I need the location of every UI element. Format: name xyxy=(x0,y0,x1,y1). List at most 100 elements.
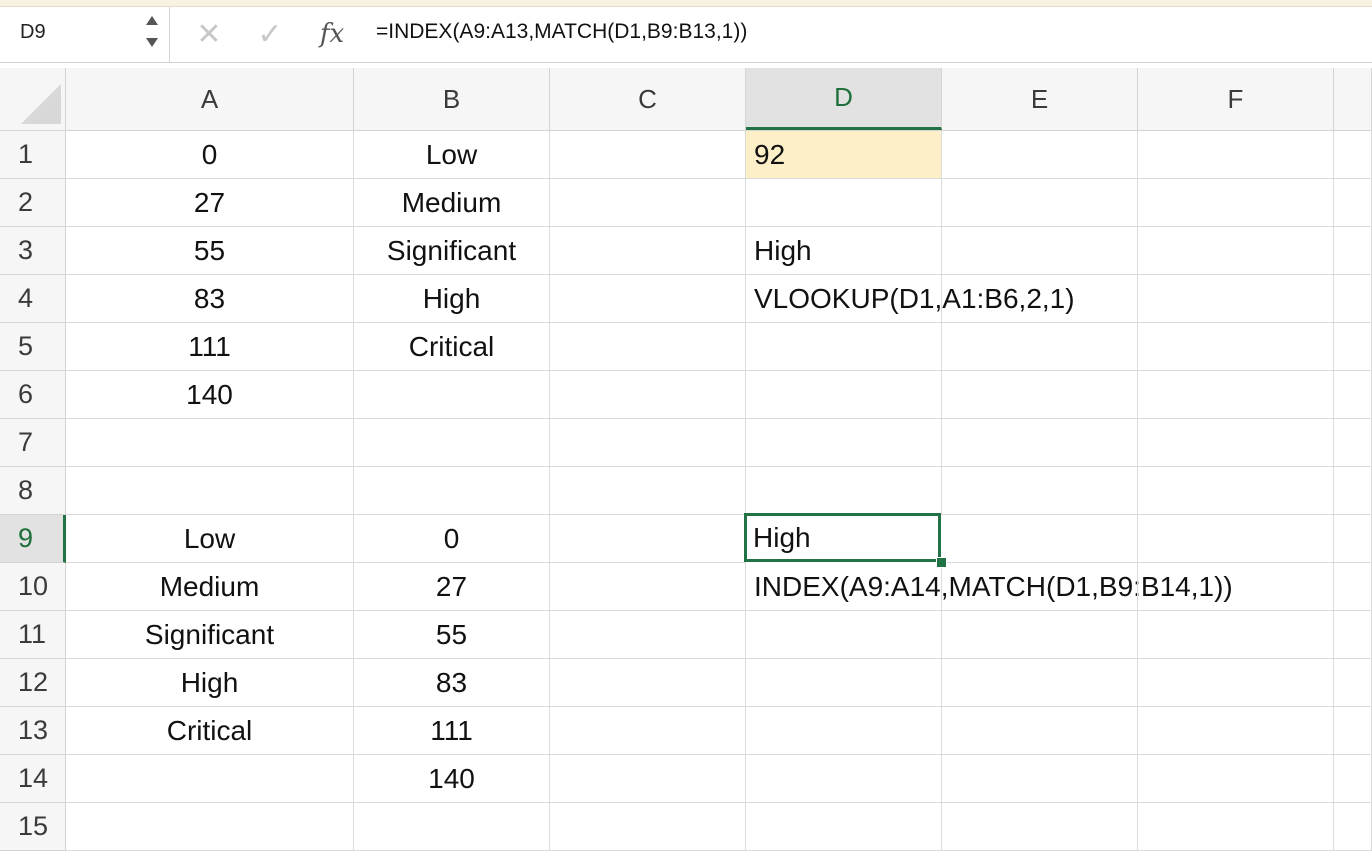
cell-f2[interactable] xyxy=(1138,179,1334,227)
cell-c11[interactable] xyxy=(550,611,746,659)
cell-c10[interactable] xyxy=(550,563,746,611)
name-box-stepper-icon[interactable] xyxy=(146,16,162,52)
cell-b4[interactable]: High xyxy=(354,275,550,323)
cell-c9[interactable] xyxy=(550,515,746,563)
cell-d4[interactable]: VLOOKUP(D1,A1:B6,2,1) xyxy=(746,275,1075,323)
cell-g4[interactable] xyxy=(1334,275,1372,323)
cell-e1[interactable] xyxy=(942,131,1138,179)
checkmark-icon[interactable]: ✓ xyxy=(250,17,290,51)
row-header-5[interactable]: 5 xyxy=(0,323,66,371)
cell-e15[interactable] xyxy=(942,803,1138,851)
cell-d6[interactable] xyxy=(746,371,942,419)
row-header-6[interactable]: 6 xyxy=(0,371,66,419)
cell-a13[interactable]: Critical xyxy=(66,707,354,755)
cell-b7[interactable] xyxy=(354,419,550,467)
cell-f5[interactable] xyxy=(1138,323,1334,371)
cell-f15[interactable] xyxy=(1138,803,1334,851)
column-header-c[interactable]: C xyxy=(550,68,746,130)
row-header-9[interactable]: 9 xyxy=(0,515,66,563)
cell-a14[interactable] xyxy=(66,755,354,803)
cell-g13[interactable] xyxy=(1334,707,1372,755)
cell-a11[interactable]: Significant xyxy=(66,611,354,659)
cancel-x-icon[interactable]: ✕ xyxy=(192,17,226,51)
cell-f14[interactable] xyxy=(1138,755,1334,803)
fill-handle[interactable] xyxy=(936,557,947,568)
cell-f4[interactable] xyxy=(1138,275,1334,323)
cell-d7[interactable] xyxy=(746,419,942,467)
row-header-13[interactable]: 13 xyxy=(0,707,66,755)
cell-d13[interactable] xyxy=(746,707,942,755)
cell-g3[interactable] xyxy=(1334,227,1372,275)
cell-a2[interactable]: 27 xyxy=(66,179,354,227)
cell-a3[interactable]: 55 xyxy=(66,227,354,275)
cell-b12[interactable]: 83 xyxy=(354,659,550,707)
row-header-1[interactable]: 1 xyxy=(0,131,66,179)
column-header-e[interactable]: E xyxy=(942,68,1138,130)
column-header-d[interactable]: D xyxy=(746,68,942,130)
column-header-a[interactable]: A xyxy=(66,68,354,130)
cell-f6[interactable] xyxy=(1138,371,1334,419)
cell-e12[interactable] xyxy=(942,659,1138,707)
cell-c6[interactable] xyxy=(550,371,746,419)
cell-f1[interactable] xyxy=(1138,131,1334,179)
cell-g9[interactable] xyxy=(1334,515,1372,563)
cell-d3[interactable]: High xyxy=(746,227,942,275)
cell-c1[interactable] xyxy=(550,131,746,179)
cell-f9[interactable] xyxy=(1138,515,1334,563)
cell-a8[interactable] xyxy=(66,467,354,515)
row-header-14[interactable]: 14 xyxy=(0,755,66,803)
row-header-11[interactable]: 11 xyxy=(0,611,66,659)
cell-e8[interactable] xyxy=(942,467,1138,515)
cell-e11[interactable] xyxy=(942,611,1138,659)
column-header-b[interactable]: B xyxy=(354,68,550,130)
cell-c5[interactable] xyxy=(550,323,746,371)
cell-e10[interactable] xyxy=(942,563,1138,611)
row-header-4[interactable]: 4 xyxy=(0,275,66,323)
cell-d9[interactable]: High xyxy=(744,513,941,562)
cell-d15[interactable] xyxy=(746,803,942,851)
cell-e7[interactable] xyxy=(942,419,1138,467)
cell-b8[interactable] xyxy=(354,467,550,515)
cell-e13[interactable] xyxy=(942,707,1138,755)
cell-d11[interactable] xyxy=(746,611,942,659)
cell-e14[interactable] xyxy=(942,755,1138,803)
cell-g15[interactable] xyxy=(1334,803,1372,851)
cell-b9[interactable]: 0 xyxy=(354,515,550,563)
cell-f7[interactable] xyxy=(1138,419,1334,467)
cell-b10[interactable]: 27 xyxy=(354,563,550,611)
cell-e4[interactable] xyxy=(942,275,1138,323)
cell-f11[interactable] xyxy=(1138,611,1334,659)
cell-d14[interactable] xyxy=(746,755,942,803)
row-header-7[interactable]: 7 xyxy=(0,419,66,467)
cell-c15[interactable] xyxy=(550,803,746,851)
cell-a5[interactable]: 111 xyxy=(66,323,354,371)
cell-c2[interactable] xyxy=(550,179,746,227)
cell-b5[interactable]: Critical xyxy=(354,323,550,371)
cell-g12[interactable] xyxy=(1334,659,1372,707)
cell-b15[interactable] xyxy=(354,803,550,851)
cell-a1[interactable]: 0 xyxy=(66,131,354,179)
cell-d12[interactable] xyxy=(746,659,942,707)
cell-c13[interactable] xyxy=(550,707,746,755)
cell-b2[interactable]: Medium xyxy=(354,179,550,227)
column-header-f[interactable]: F xyxy=(1138,68,1334,130)
cell-g11[interactable] xyxy=(1334,611,1372,659)
cell-e3[interactable] xyxy=(942,227,1138,275)
column-header-overflow[interactable] xyxy=(1334,68,1372,130)
cell-a9[interactable]: Low xyxy=(66,515,354,563)
cell-a6[interactable]: 140 xyxy=(66,371,354,419)
cell-b3[interactable]: Significant xyxy=(354,227,550,275)
select-all-corner[interactable] xyxy=(0,68,66,130)
cell-b11[interactable]: 55 xyxy=(354,611,550,659)
cell-d1[interactable]: 92 xyxy=(746,131,942,179)
row-header-3[interactable]: 3 xyxy=(0,227,66,275)
cell-e9[interactable] xyxy=(942,515,1138,563)
cell-c12[interactable] xyxy=(550,659,746,707)
cell-b13[interactable]: 111 xyxy=(354,707,550,755)
cell-g10[interactable] xyxy=(1334,563,1372,611)
cell-a7[interactable] xyxy=(66,419,354,467)
cell-d2[interactable] xyxy=(746,179,942,227)
cell-b1[interactable]: Low xyxy=(354,131,550,179)
row-header-12[interactable]: 12 xyxy=(0,659,66,707)
cell-g6[interactable] xyxy=(1334,371,1372,419)
